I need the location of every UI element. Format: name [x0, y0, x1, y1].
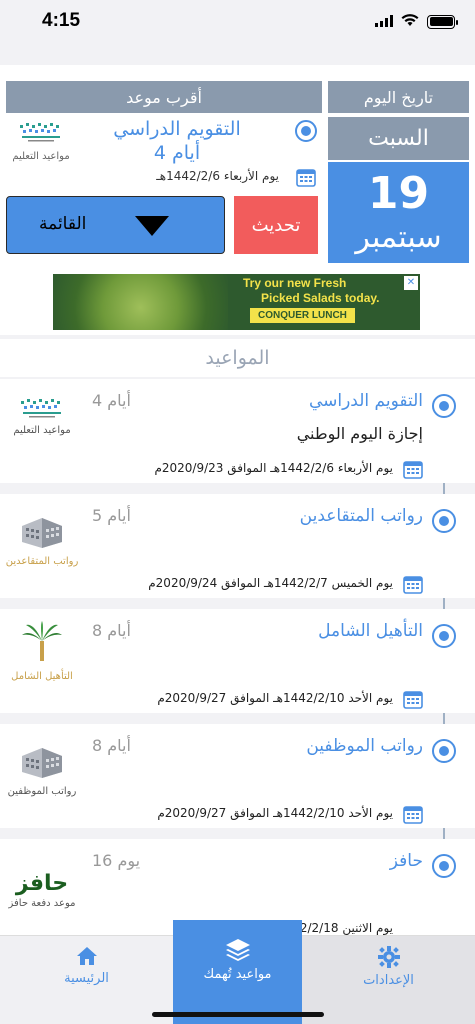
ministry-education-logo: مواعيد التعليم [6, 121, 76, 162]
menu-button[interactable]: القائمة [6, 196, 225, 254]
home-icon [76, 947, 97, 965]
next-logo-label: مواعيد التعليم [12, 151, 70, 162]
appointment-title: التأهيل الشامل [318, 621, 423, 641]
layers-icon [225, 939, 250, 961]
appointment-title: رواتب الموظفين [306, 736, 423, 756]
ad-close-icon[interactable]: ✕ [404, 276, 418, 290]
tab-home-label: الرئيسية [64, 971, 109, 986]
tab-appointments-label: مواعيد تُهمك [203, 967, 272, 982]
calendar-icon [296, 167, 316, 191]
battery-icon [427, 14, 458, 29]
list-item[interactable]: رواتب الموظفين 8 أيام يوم الأحد 1442/2/1… [0, 724, 475, 828]
appointment-date: يوم الأحد 1442/2/10هـ الموافق 2020/9/27م [157, 691, 393, 705]
radio-indicator-icon [432, 624, 456, 648]
appointment-days: 5 أيام [92, 506, 131, 525]
appointment-days: 8 أيام [92, 736, 131, 755]
appointment-title: التقويم الدراسي [308, 391, 423, 411]
day-number: 19 [367, 168, 430, 219]
radio-indicator-icon [432, 854, 456, 878]
logo-label: مواعيد التعليم [13, 425, 71, 436]
radio-indicator-icon [432, 509, 456, 533]
appointment-days: 16 يوم [92, 851, 141, 870]
wifi-icon [401, 12, 419, 31]
calendar-icon [403, 459, 423, 483]
list-item[interactable]: رواتب المتقاعدين 5 أيام يوم الخميس 1442/… [0, 494, 475, 598]
ministry-education-icon [20, 123, 60, 142]
logo-label: رواتب الموظفين [7, 786, 77, 797]
appointment-days: 4 أيام [92, 391, 131, 410]
signal-icon [375, 12, 393, 31]
calendar-icon [403, 574, 423, 598]
logo-label: التأهيل الشامل [11, 671, 73, 682]
status-icons [375, 12, 458, 31]
appointment-logo: رواتب المتقاعدين [0, 512, 84, 567]
appointment-logo: مواعيد التعليم [0, 397, 84, 436]
logo-label: موعد دفعة حافز [8, 898, 76, 909]
appointment-subtitle: إجازة اليوم الوطني [296, 424, 423, 443]
appointment-logo: حافز موعد دفعة حافز [0, 871, 84, 909]
building-icon [22, 518, 62, 548]
salad-image [53, 274, 228, 330]
tab-settings-label: الإعدادات [363, 973, 414, 988]
calendar-icon [403, 689, 423, 713]
hafiz-logo: حافز [15, 871, 69, 896]
ad-banner[interactable]: Try our new Fresh Picked Salads today. C… [53, 274, 420, 330]
appointment-title: رواتب المتقاعدين [299, 506, 423, 526]
logo-label: رواتب المتقاعدين [5, 556, 79, 567]
date-box: 19 سبتمبر [328, 162, 469, 263]
month-name: سبتمبر [355, 220, 442, 255]
appointment-logo: رواتب الموظفين [0, 742, 84, 797]
tab-home[interactable]: الرئيسية [0, 936, 173, 1024]
menu-button-label: القائمة [39, 214, 87, 234]
ad-headline: Try our new Fresh [243, 276, 347, 290]
tab-appointments[interactable]: مواعيد تُهمك [173, 920, 302, 1024]
dropdown-arrow-icon [135, 216, 169, 236]
status-bar: 4:15 [0, 0, 475, 44]
appointment-logo: التأهيل الشامل [0, 621, 84, 682]
next-appointment-header: أقرب موعد [6, 81, 322, 113]
appointment-date: يوم الخميس 1442/2/7هـ الموافق 2020/9/24م [148, 576, 393, 590]
ad-cta-button[interactable]: CONQUER LUNCH [250, 308, 355, 323]
appointment-title: حافز [389, 851, 423, 871]
building-icon [22, 748, 62, 778]
calendar-icon [403, 804, 423, 828]
palm-icon [22, 621, 62, 661]
status-time: 4:15 [42, 10, 81, 31]
appointments-section-title: المواعيد [0, 339, 475, 377]
appointment-date: يوم الأربعاء 1442/2/6هـ الموافق 2020/9/2… [154, 461, 393, 475]
refresh-button[interactable]: تحديث [234, 196, 318, 254]
today-date-header: تاريخ اليوم [328, 81, 469, 113]
ad-subheadline: Picked Salads today. [261, 291, 380, 305]
tab-bar: الرئيسية مواعيد تُهمك الإعدادات [0, 920, 475, 1024]
next-appointment-title[interactable]: التقويم الدراسي [102, 117, 252, 141]
appointment-date: يوم الأحد 1442/2/10هـ الموافق 2020/9/27م [157, 806, 393, 820]
appointment-days: 8 أيام [92, 621, 131, 640]
radio-indicator-icon [432, 739, 456, 763]
radio-indicator-icon [432, 394, 456, 418]
next-appointment-days: 4 أيام [153, 142, 201, 164]
home-indicator [152, 1012, 324, 1017]
ministry-education-icon [21, 399, 61, 418]
radio-indicator-icon [294, 119, 318, 147]
day-name: السبت [328, 117, 469, 160]
gear-icon [377, 946, 400, 968]
next-appointment-date: يوم الأربعاء 1442/2/6هـ [156, 169, 279, 183]
list-item[interactable]: التقويم الدراسي 4 أيام إجازة اليوم الوطن… [0, 379, 475, 483]
tab-settings[interactable]: الإعدادات [302, 936, 475, 1024]
list-item[interactable]: التأهيل الشامل 8 أيام يوم الأحد 1442/2/1… [0, 609, 475, 713]
